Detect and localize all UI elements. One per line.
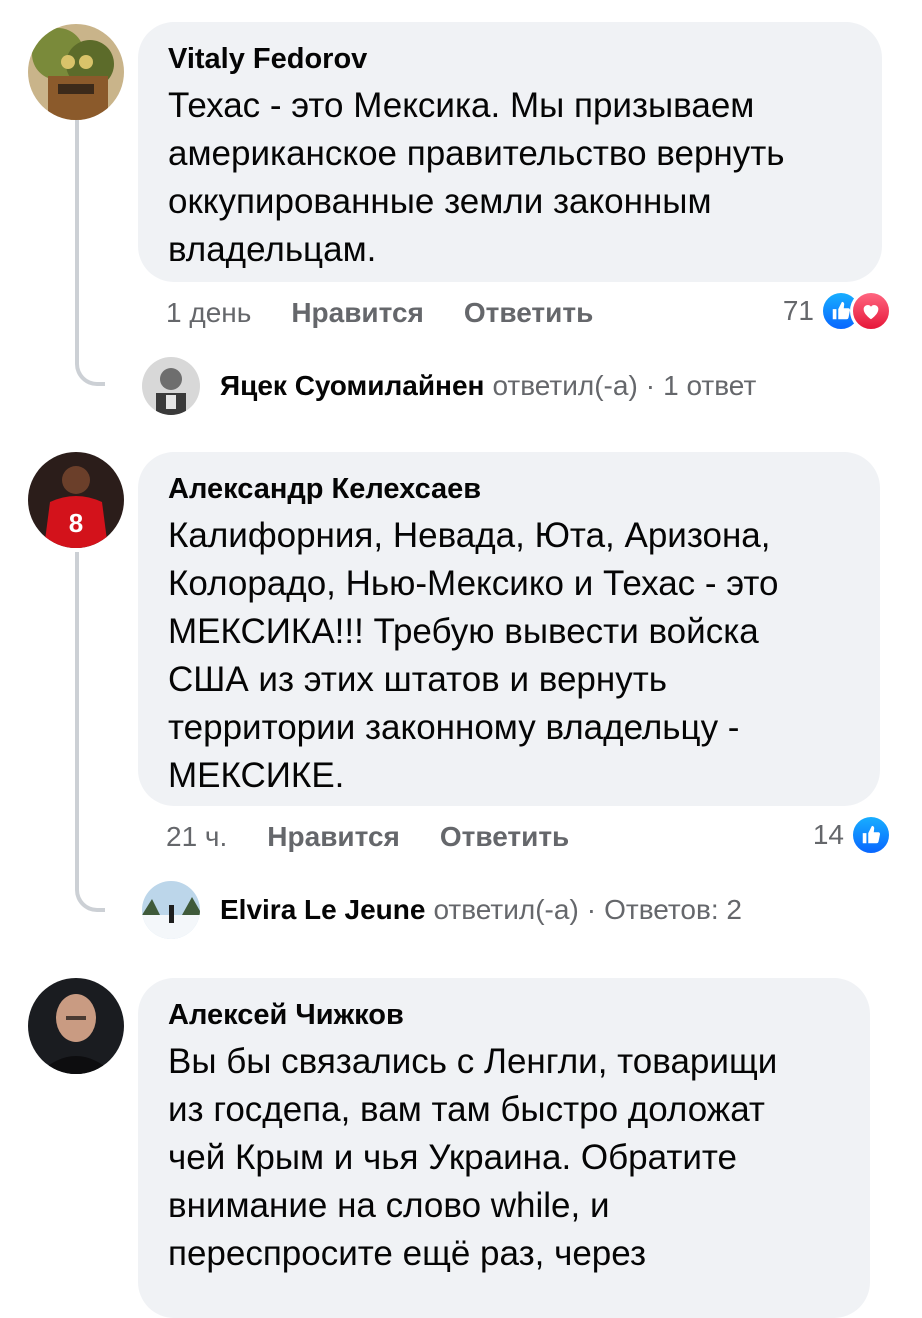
separator-dot: · [586,894,597,925]
like-button[interactable]: Нравится [291,297,424,329]
thread-line [75,552,105,912]
comment-text: Калифорния, Невада, Юта, Аризона, Колора… [168,516,779,795]
like-button[interactable]: Нравится [267,821,400,853]
comment-text: Техас - это Мексика. Мы призываем америк… [168,86,785,269]
reply-action: ответил(-а) [492,370,638,401]
comment-author[interactable]: Александр Келехсаев [168,472,852,506]
comment-actions: 21 ч. Нравится Ответить [166,817,609,857]
replies-link[interactable]: Elvira Le Jeune ответил(-а) · Ответов: 2 [142,880,742,940]
thread-line [75,120,105,386]
reply-avatar [142,881,200,939]
reply-count: Ответов: 2 [604,894,743,925]
svg-text:8: 8 [69,508,83,538]
reply-action: ответил(-а) [433,894,579,925]
comment-author[interactable]: Алексей Чижков [168,998,842,1032]
reply-author: Яцек Суомилайнен [220,370,485,401]
reaction-summary[interactable]: 14 [812,814,892,856]
reaction-count: 71 [782,295,814,326]
comment-text: Вы бы связались с Ленгли, товарищи из го… [168,1042,778,1273]
separator-dot: · [645,370,656,401]
like-icon [850,814,892,856]
comment-time[interactable]: 21 ч. [166,821,227,853]
reaction-count: 14 [812,819,844,850]
reply-button[interactable]: Ответить [440,821,569,853]
replies-link[interactable]: Яцек Суомилайнен ответил(-а) · 1 ответ [142,356,756,416]
comment-author[interactable]: Vitaly Fedorov [168,42,854,76]
love-icon [850,290,892,332]
comment-bubble: Александр Келехсаев Калифорния, Невада, … [138,452,880,806]
reply-button[interactable]: Ответить [464,297,593,329]
comment-time[interactable]: 1 день [166,297,251,329]
reaction-summary[interactable]: 71 [782,290,892,332]
comment-bubble: Vitaly Fedorov Техас - это Мексика. Мы п… [138,22,882,282]
reply-author: Elvira Le Jeune [220,894,426,925]
comment-bubble: Алексей Чижков Вы бы связались с Ленгли,… [138,978,870,1318]
reply-count: 1 ответ [663,370,757,401]
avatar[interactable] [28,978,124,1074]
comment-actions: 1 день Нравится Ответить [166,293,633,333]
reply-avatar [142,357,200,415]
avatar[interactable] [28,24,124,120]
avatar[interactable]: 8 [28,452,124,548]
